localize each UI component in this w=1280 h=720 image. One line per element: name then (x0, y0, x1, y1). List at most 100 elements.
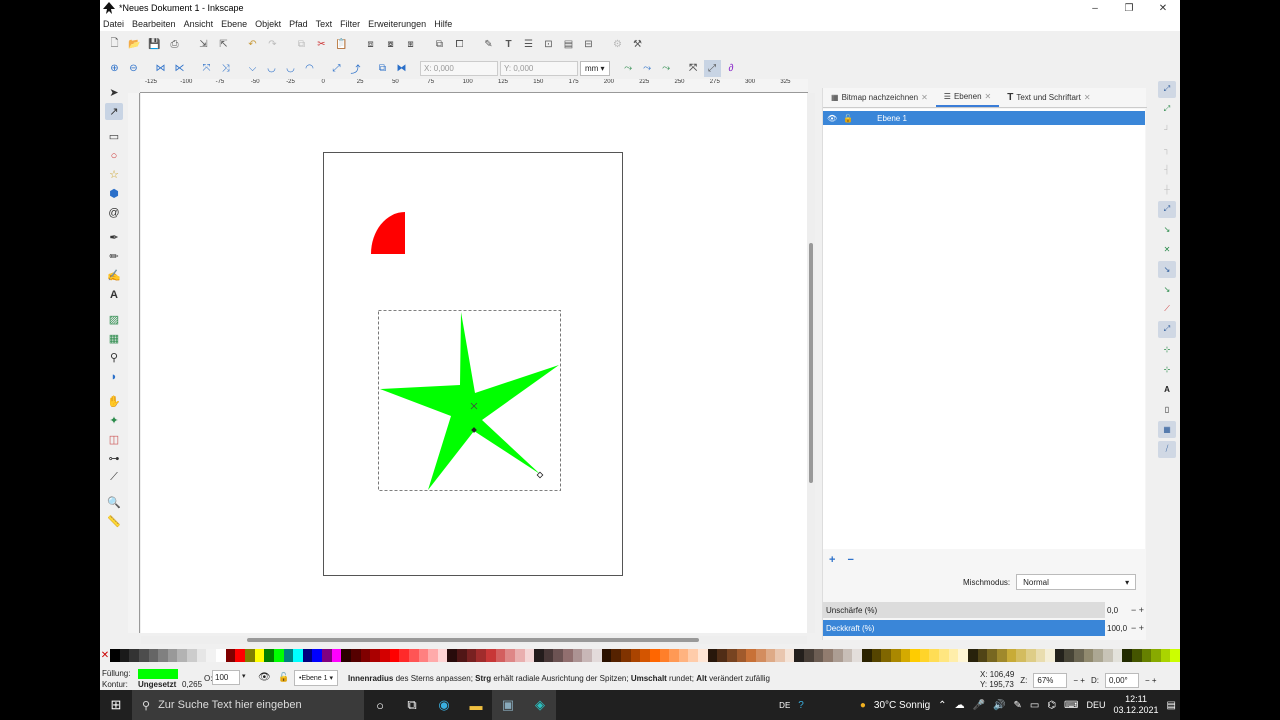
zoom-stepper[interactable]: − + (1073, 676, 1085, 685)
snap-bbox-icon[interactable]: ⤢ (1158, 101, 1176, 118)
color-swatch[interactable] (138, 649, 149, 662)
color-swatch[interactable] (1170, 649, 1180, 662)
horizontal-scrollbar[interactable] (141, 636, 807, 644)
snap-rotation-centers-icon[interactable]: ⊹ (1158, 361, 1176, 378)
color-swatch[interactable] (842, 649, 853, 662)
color-swatch[interactable] (1006, 649, 1017, 662)
auto-smooth-icon[interactable]: ◠ (301, 60, 318, 77)
zoom-tool-icon[interactable]: 🔍 (105, 494, 123, 511)
edit-mask-icon[interactable]: ⤳ (639, 60, 656, 77)
drawing-canvas[interactable] (141, 93, 807, 633)
zoom-drawing-icon[interactable]: ⧇ (382, 36, 399, 53)
taskbar-search[interactable]: ⚲ Zur Suche Text hier eingeben (132, 690, 364, 720)
tray-chevron-icon[interactable]: ⌃ (938, 700, 946, 711)
snap-bbox-edges-icon[interactable]: ┘ (1158, 121, 1176, 138)
color-swatch[interactable] (379, 649, 390, 662)
symmetric-node-icon[interactable]: ◡ (282, 60, 299, 77)
color-swatch[interactable] (322, 649, 332, 662)
color-swatch[interactable] (1131, 649, 1142, 662)
color-swatch[interactable] (669, 649, 679, 662)
print-icon[interactable]: ⎙ (166, 36, 183, 53)
color-swatch[interactable] (823, 649, 834, 662)
menu-filter[interactable]: Filter (340, 19, 360, 29)
close-tab-icon[interactable]: ✕ (985, 92, 992, 101)
add-layer-icon[interactable]: + (829, 554, 835, 566)
x-coordinate-field[interactable]: X: 0,000 (420, 60, 498, 76)
blend-mode-select[interactable]: Normal ▾ (1016, 574, 1137, 590)
snap-toggle-icon[interactable]: ⤢ (1158, 80, 1176, 98)
color-swatch[interactable] (196, 649, 207, 662)
color-swatch[interactable] (698, 649, 708, 662)
edit-clip-icon[interactable]: ⤳ (620, 60, 637, 77)
current-layer-select[interactable]: •Ebene 1 ▾ (294, 670, 338, 686)
y-coordinate-field[interactable]: Y: 0,000 (500, 60, 578, 76)
fill-stroke-icon[interactable]: ✎ (480, 36, 497, 53)
color-swatch[interactable] (958, 649, 969, 662)
color-swatch[interactable] (254, 649, 265, 662)
color-swatch[interactable] (389, 649, 400, 662)
color-swatch[interactable] (601, 649, 612, 662)
microphone-icon[interactable]: 🎤 (973, 700, 985, 711)
color-swatch[interactable] (900, 649, 911, 662)
stroke-value[interactable]: Ungesetzt (138, 680, 176, 689)
3d-box-tool-icon[interactable]: ⬢ (105, 185, 123, 202)
tab-bitmap-trace[interactable]: ▦ Bitmap nachzeichnen ✕ (823, 87, 936, 107)
zoom-page-icon[interactable]: ⧆ (402, 36, 419, 53)
snap-cusp-nodes-icon[interactable]: ↘ (1158, 260, 1176, 278)
color-swatch[interactable] (129, 649, 139, 662)
color-swatch[interactable] (852, 649, 862, 662)
color-swatch[interactable] (678, 649, 689, 662)
color-swatch[interactable] (1035, 649, 1046, 662)
opacity-stepper[interactable]: ▾ (242, 672, 246, 680)
color-swatch[interactable] (534, 649, 544, 662)
snap-bbox-midpoints-icon[interactable]: ┤ (1158, 161, 1176, 178)
snap-bbox-centers-icon[interactable]: ┼ (1158, 181, 1176, 198)
connector-tool-icon[interactable]: ⊶ (105, 450, 123, 467)
menu-ansicht[interactable]: Ansicht (184, 19, 214, 29)
color-swatch[interactable] (929, 649, 940, 662)
color-swatch[interactable] (341, 649, 352, 662)
color-swatch[interactable] (717, 649, 727, 662)
color-swatch[interactable] (910, 649, 920, 662)
color-swatch[interactable] (206, 649, 217, 662)
undo-icon[interactable]: ↶ (244, 36, 261, 53)
show-path-outline-icon[interactable]: ⤢ (703, 59, 721, 77)
color-swatch[interactable] (1151, 649, 1161, 662)
blur-slider[interactable]: Unschärfe (%) (823, 602, 1105, 618)
snap-nodes-icon[interactable]: ⤢ (1158, 200, 1176, 218)
color-swatch[interactable] (119, 649, 130, 662)
join-segment-icon[interactable]: ⤧ (198, 60, 215, 77)
color-swatch[interactable] (553, 649, 564, 662)
calligraphy-tool-icon[interactable]: ✍ (105, 267, 123, 284)
spray-tool-icon[interactable]: ✦ (105, 412, 123, 429)
menu-ebene[interactable]: Ebene (221, 19, 247, 29)
snap-text-baseline-icon[interactable]: A (1158, 381, 1176, 398)
star-tool-icon[interactable]: ☆ (105, 166, 123, 183)
red-quarter-circle[interactable] (371, 212, 405, 254)
tweak-tool-icon[interactable]: ✋ (105, 393, 123, 410)
duplicate-icon[interactable]: ⧉ (431, 36, 448, 53)
color-swatch[interactable] (148, 649, 159, 662)
color-swatch[interactable] (177, 649, 188, 662)
dropper-tool-icon[interactable]: ⚲ (105, 349, 123, 366)
tab-layers[interactable]: ☰ Ebenen ✕ (935, 87, 1000, 107)
zoom-field[interactable]: 67% (1033, 672, 1068, 688)
keyboard-lang-small[interactable]: DE (779, 701, 790, 710)
xml-editor-icon[interactable]: ⊡ (540, 36, 557, 53)
next-path-effect-icon[interactable]: ∂ (723, 60, 740, 77)
paste-icon[interactable]: 📋 (333, 36, 350, 53)
color-swatch[interactable] (360, 649, 371, 662)
color-swatch[interactable] (765, 649, 776, 662)
color-swatch[interactable] (1112, 649, 1123, 662)
close-tab-icon[interactable]: ✕ (1084, 93, 1091, 102)
color-swatch[interactable] (273, 649, 284, 662)
color-swatch[interactable] (264, 649, 274, 662)
lock-icon[interactable]: 🔓 (843, 114, 853, 123)
zoom-selection-icon[interactable]: ⧈ (362, 36, 379, 53)
snap-guides-icon[interactable]: ⧸ (1158, 440, 1176, 458)
color-swatch[interactable] (1045, 649, 1055, 662)
minimize-button[interactable]: – (1078, 0, 1112, 16)
color-swatch[interactable] (996, 649, 1007, 662)
color-swatch[interactable] (755, 649, 766, 662)
help-icon[interactable]: ? (798, 700, 804, 711)
